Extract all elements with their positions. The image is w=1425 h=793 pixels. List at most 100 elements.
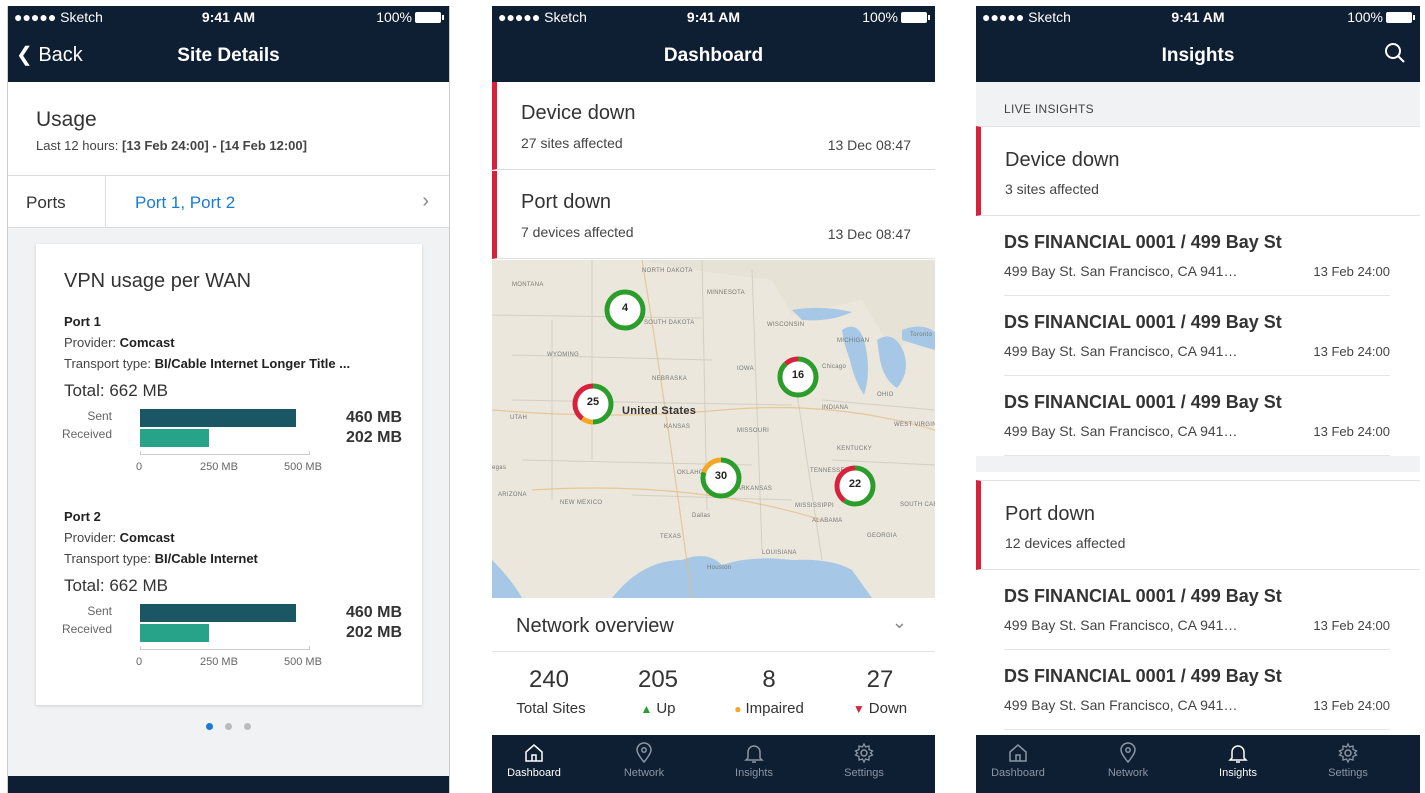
map-label: WISCONSIN bbox=[767, 322, 805, 328]
received-bar bbox=[140, 624, 209, 642]
site-row[interactable]: DS FINANCIAL 0001 / 499 Bay St 499 Bay S… bbox=[1004, 570, 1390, 650]
map-canvas bbox=[492, 260, 935, 598]
stat-value: 240 bbox=[528, 666, 570, 693]
total-usage: Total: 662 MB bbox=[64, 576, 168, 595]
tab-network[interactable]: Network bbox=[1088, 741, 1168, 779]
network-overview[interactable]: Network overview ⌄ 240 Total Sites 205 ▲ U… bbox=[492, 598, 935, 735]
usage-header: Usage Last 12 hours: [13 Feb 24:00] - [1… bbox=[8, 82, 449, 176]
tab-settings[interactable]: Settings bbox=[824, 741, 904, 779]
tab-bar: Dashboard Network Insights Settings bbox=[492, 735, 935, 793]
received-label: Received bbox=[61, 427, 112, 441]
battery-icon bbox=[901, 12, 930, 23]
chevron-right-icon: › bbox=[422, 190, 429, 212]
ports-selector[interactable]: Ports Port 1, Port 2 › bbox=[8, 176, 449, 228]
site-cluster-marker[interactable]: 30 bbox=[697, 454, 745, 502]
transport-value: BI/Cable Internet bbox=[154, 551, 258, 566]
alert-row[interactable]: Device down 27 sites affected 13 Dec 08:… bbox=[492, 82, 935, 170]
map-label: ALABAMA bbox=[812, 518, 843, 524]
insight-alert[interactable]: Port down 12 devices affected bbox=[976, 480, 1420, 570]
section-gap bbox=[976, 456, 1420, 472]
map-label: Vegas bbox=[492, 465, 507, 471]
stat-label: Up bbox=[656, 700, 676, 717]
cluster-count: 30 bbox=[714, 470, 728, 482]
provider-label: Provider: bbox=[64, 530, 117, 545]
site-row[interactable]: DS FINANCIAL 0001 / 499 Bay St 499 Bay S… bbox=[1004, 650, 1390, 730]
site-row[interactable]: DS FINANCIAL 0001 / 499 Bay St 499 Bay S… bbox=[1004, 376, 1390, 456]
tab-network[interactable]: Network bbox=[604, 741, 684, 779]
received-value: 202 MB bbox=[345, 624, 402, 641]
network-map[interactable]: MONTANA NORTH DAKOTA MINNESOTA WYOMING SOUTH… bbox=[492, 260, 935, 598]
tab-dashboard[interactable]: Dashboard bbox=[494, 741, 574, 779]
site-cluster-marker[interactable]: 25 bbox=[569, 380, 617, 428]
transport-label: Transport type: bbox=[64, 551, 151, 566]
battery-percent: 100% bbox=[1347, 9, 1383, 25]
axis-tick: 250 MB bbox=[200, 461, 238, 473]
transport-label: Transport type: bbox=[64, 356, 151, 371]
tab-label: Insights bbox=[735, 767, 773, 779]
sent-bar bbox=[140, 409, 297, 427]
site-cluster-marker[interactable]: 22 bbox=[831, 462, 879, 510]
chevron-down-icon[interactable]: ⌄ bbox=[892, 612, 907, 633]
axis-tick: 250 MB bbox=[200, 656, 238, 668]
tab-label: Settings bbox=[844, 767, 884, 779]
map-label: KENTUCKY bbox=[837, 446, 873, 452]
stat-label: Impaired bbox=[745, 700, 804, 717]
site-row[interactable]: DS FINANCIAL 0001 / 499 Bay St 499 Bay S… bbox=[1004, 296, 1390, 376]
search-icon[interactable] bbox=[1384, 42, 1406, 69]
section-header: LIVE INSIGHTS bbox=[976, 82, 1420, 126]
map-label: GEORGIA bbox=[867, 533, 898, 539]
site-address: 499 Bay St. San Francisco, CA 941… bbox=[1004, 617, 1238, 633]
map-label: SOUTH CAROLINA bbox=[900, 502, 935, 508]
page-indicator[interactable] bbox=[8, 717, 449, 735]
ports-label: Ports bbox=[26, 193, 66, 212]
tab-insights[interactable]: Insights bbox=[1198, 741, 1278, 779]
stat-value: 205 bbox=[637, 666, 679, 693]
map-label: LOUISIANA bbox=[762, 550, 797, 556]
site-cluster-marker[interactable]: 4 bbox=[601, 286, 649, 334]
port-usage-block: Port 2 Provider: Comcast Transport type:… bbox=[61, 509, 402, 674]
map-label: NORTH DAKOTA bbox=[642, 268, 693, 274]
alert-title: Port down bbox=[1005, 503, 1096, 525]
battery-indicator: 100% bbox=[376, 9, 444, 25]
map-label: UTAH bbox=[510, 415, 528, 421]
map-label: Dallas bbox=[692, 513, 711, 519]
site-cluster-marker[interactable]: 16 bbox=[774, 353, 822, 401]
battery-icon bbox=[1386, 12, 1415, 23]
insight-alert[interactable]: Device down 3 sites affected bbox=[976, 126, 1420, 216]
received-label: Received bbox=[61, 622, 112, 636]
sent-label: Sent bbox=[87, 604, 112, 618]
tab-label: Network bbox=[1107, 767, 1149, 779]
sent-value: 460 MB bbox=[345, 604, 402, 621]
page-dot[interactable] bbox=[225, 723, 232, 730]
overview-stat: 205 ▲ Up bbox=[603, 666, 713, 717]
map-label: MISSISSIPPI bbox=[795, 503, 834, 509]
map-label: MISSOURI bbox=[737, 428, 770, 434]
bell-icon bbox=[714, 741, 794, 765]
port-name: Port 1 bbox=[64, 314, 101, 329]
site-name: DS FINANCIAL 0001 / 499 Bay St bbox=[1004, 312, 1282, 332]
transport-line: Transport type: BI/Cable Internet bbox=[64, 551, 402, 566]
alert-row[interactable]: Port down 7 devices affected 13 Dec 08:4… bbox=[492, 171, 935, 259]
cluster-count: 16 bbox=[791, 369, 805, 381]
home-icon bbox=[494, 741, 574, 765]
site-address: 499 Bay St. San Francisco, CA 941… bbox=[1004, 263, 1238, 279]
tab-label: Settings bbox=[1328, 767, 1368, 779]
received-value: 202 MB bbox=[345, 429, 402, 446]
tab-insights[interactable]: Insights bbox=[714, 741, 794, 779]
site-row[interactable]: DS FINANCIAL 0001 / 499 Bay St 499 Bay S… bbox=[1004, 216, 1390, 296]
port-usage-block: Port 1 Provider: Comcast Transport type:… bbox=[61, 314, 402, 479]
bar-axis bbox=[140, 451, 310, 455]
overview-divider bbox=[492, 651, 935, 652]
nav-bar: Insights bbox=[976, 28, 1420, 82]
tab-dashboard[interactable]: Dashboard bbox=[978, 741, 1058, 779]
provider-label: Provider: bbox=[64, 335, 117, 350]
vpn-usage-card[interactable]: VPN usage per WAN Port 1 Provider: Comca… bbox=[36, 244, 422, 705]
cluster-count: 22 bbox=[848, 478, 862, 490]
page-dot[interactable] bbox=[244, 723, 251, 730]
map-label: NEBRASKA bbox=[652, 376, 688, 382]
stat-label-line: ● Impaired bbox=[714, 700, 824, 717]
transport-line: Transport type: BI/Cable Internet Longer… bbox=[64, 356, 402, 371]
transport-value: BI/Cable Internet Longer Title ... bbox=[154, 356, 351, 371]
page-dot[interactable] bbox=[206, 723, 213, 730]
tab-settings[interactable]: Settings bbox=[1308, 741, 1388, 779]
